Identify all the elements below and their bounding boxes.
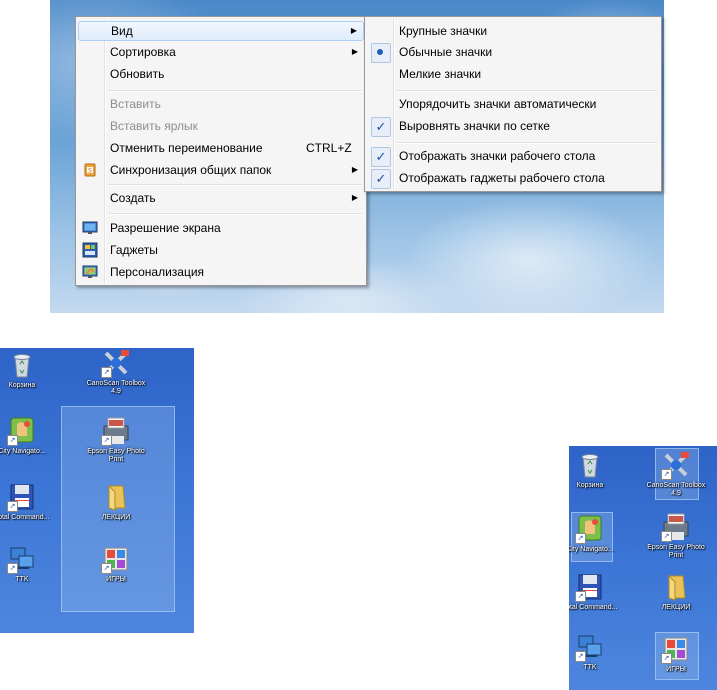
submenu-item-show-gadgets[interactable]: ✓ Отображать гаджеты рабочего стола xyxy=(367,168,659,189)
desktop-context-menu: Вид ▶ Сортировка ▶ Обновить Вставить Вст… xyxy=(75,16,367,286)
desktop-icon-ttk[interactable]: ↗ TTK xyxy=(569,632,622,672)
submenu-arrow-icon: ▶ xyxy=(351,47,358,56)
menu-item-sort[interactable]: Сортировка ▶ xyxy=(78,42,364,62)
recycle-bin-icon xyxy=(7,350,37,380)
epson-icon: ↗ xyxy=(661,512,691,542)
desktop-left: Корзина ↗ CanoScan Toolbox 4.9 ↗ City Na… xyxy=(0,348,194,633)
menu-item-gadgets[interactable]: Гаджеты xyxy=(78,240,364,260)
desktop-icon-total-commander[interactable]: ↗ Total Command... xyxy=(569,572,622,612)
menu-separator xyxy=(397,90,657,92)
desktop-icon-city-navigator[interactable]: ↗ City Navigato... xyxy=(0,416,54,456)
checkmark-icon: ✓ xyxy=(371,117,391,137)
desktop-icon-recycle-bin[interactable]: Корзина xyxy=(569,450,622,490)
desktop-icon-games[interactable]: ↗ ИГРЫ xyxy=(84,544,148,584)
epson-icon: ↗ xyxy=(101,416,131,446)
desktop-icon-epson[interactable]: ↗ Epson Easy Photo Print xyxy=(644,512,708,560)
city-navigator-icon: ↗ xyxy=(575,514,605,544)
menu-item-screen-resolution[interactable]: Разрешение экрана xyxy=(78,218,364,238)
gadgets-icon xyxy=(82,242,98,258)
canoscan-icon: ↗ xyxy=(661,450,691,480)
personalization-icon xyxy=(82,264,98,280)
menu-separator xyxy=(397,142,657,144)
desktop-icon-games[interactable]: ↗ ИГРЫ xyxy=(644,634,708,674)
desktop-icon-lectures-folder[interactable]: ЛЕКЦИИ xyxy=(84,482,148,522)
desktop-icon-ttk[interactable]: ↗ TTK xyxy=(0,544,54,584)
submenu-arrow-icon: ▶ xyxy=(351,165,358,174)
sync-folders-icon: S xyxy=(82,162,98,178)
submenu-arrow-icon: ▶ xyxy=(351,193,358,202)
submenu-item-large-icons[interactable]: Крупные значки xyxy=(367,21,659,41)
menu-item-paste-shortcut[interactable]: Вставить ярлык xyxy=(78,116,364,136)
submenu-item-auto-arrange[interactable]: Упорядочить значки автоматически xyxy=(367,94,659,114)
folder-icon xyxy=(661,572,691,602)
recycle-bin-icon xyxy=(575,450,605,480)
canoscan-icon: ↗ xyxy=(101,348,131,378)
menu-separator xyxy=(108,90,362,92)
shortcut-arrow-icon: ↗ xyxy=(7,435,18,446)
shortcut-arrow-icon: ↗ xyxy=(661,469,672,480)
shortcut-arrow-icon: ↗ xyxy=(101,563,112,574)
shortcut-arrow-icon: ↗ xyxy=(661,653,672,664)
desktop-icon-canoscan[interactable]: ↗ CanoScan Toolbox 4.9 xyxy=(84,348,148,396)
menu-item-view[interactable]: Вид ▶ xyxy=(78,21,364,41)
floppy-icon: ↗ xyxy=(575,572,605,602)
checkmark-icon: ✓ xyxy=(371,169,391,189)
radio-selected-icon xyxy=(371,43,391,63)
desktop-icon-lectures-folder[interactable]: ЛЕКЦИИ xyxy=(644,572,708,612)
network-icon: ↗ xyxy=(575,632,605,662)
submenu-item-small-icons[interactable]: Мелкие значки xyxy=(367,64,659,84)
desktop-icon-canoscan[interactable]: ↗ CanoScan Toolbox 4.9 xyxy=(644,450,708,498)
shortcut-arrow-icon: ↗ xyxy=(661,531,672,542)
shortcut-arrow-icon: ↗ xyxy=(7,563,18,574)
desktop-icon-epson[interactable]: ↗ Epson Easy Photo Print xyxy=(84,416,148,464)
shortcut-arrow-icon: ↗ xyxy=(101,367,112,378)
menu-item-create[interactable]: Создать ▶ xyxy=(78,188,364,208)
menu-item-paste[interactable]: Вставить xyxy=(78,94,364,114)
submenu-item-align-to-grid[interactable]: ✓ Выровнять значки по сетке xyxy=(367,116,659,137)
shortcut-arrow-icon: ↗ xyxy=(7,501,18,512)
games-icon: ↗ xyxy=(101,544,131,574)
submenu-item-medium-icons[interactable]: Обычные значки xyxy=(367,42,659,63)
menu-item-undo-rename[interactable]: Отменить переименование CTRL+Z xyxy=(78,138,364,158)
submenu-arrow-icon: ▶ xyxy=(350,26,357,35)
shortcut-arrow-icon: ↗ xyxy=(575,651,586,662)
floppy-icon: ↗ xyxy=(7,482,37,512)
menu-separator xyxy=(108,213,362,215)
svg-text:S: S xyxy=(88,168,92,175)
network-icon: ↗ xyxy=(7,544,37,574)
view-submenu: Крупные значки Обычные значки Мелкие зна… xyxy=(364,16,662,192)
menu-separator xyxy=(108,184,362,186)
city-navigator-icon: ↗ xyxy=(7,416,37,446)
menu-item-refresh[interactable]: Обновить xyxy=(78,64,364,84)
desktop-icon-recycle-bin[interactable]: Корзина xyxy=(0,350,54,390)
screen-resolution-icon xyxy=(82,220,98,236)
menu-item-sync-shared-folders[interactable]: S Синхронизация общих папок ▶ xyxy=(78,160,364,180)
shortcut-arrow-icon: ↗ xyxy=(101,435,112,446)
shortcut-arrow-icon: ↗ xyxy=(575,591,586,602)
shortcut-arrow-icon: ↗ xyxy=(575,533,586,544)
desktop-icon-total-commander[interactable]: ↗ Total Command... xyxy=(0,482,54,522)
desktop-icon-city-navigator[interactable]: ↗ City Navigato... xyxy=(569,514,622,554)
games-icon: ↗ xyxy=(661,634,691,664)
desktop-right: Корзина ↗ CanoScan Toolbox 4.9 ↗ City Na… xyxy=(569,446,717,690)
submenu-item-show-desktop-icons[interactable]: ✓ Отображать значки рабочего стола xyxy=(367,146,659,167)
folder-icon xyxy=(101,482,131,512)
checkmark-icon: ✓ xyxy=(371,147,391,167)
menu-item-personalization[interactable]: Персонализация xyxy=(78,262,364,282)
